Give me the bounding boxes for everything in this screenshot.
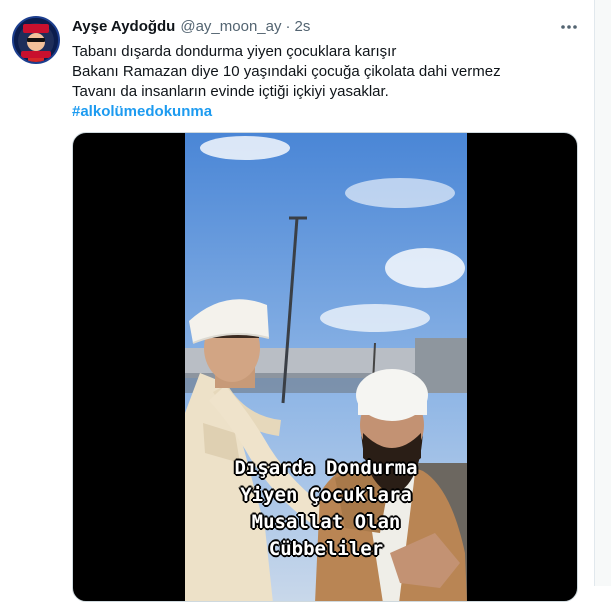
tweet-text-line: Bakanı Ramazan diye 10 yaşındaki çocuğa … [72,63,501,80]
tweet-text-line: Tabanı dışarda dondurma yiyen çocuklara … [72,43,397,60]
more-horizontal-icon [561,25,577,29]
caption-line: Dışarda Dondurma [234,457,418,479]
video-caption: Dışarda Dondurma Yiyen Çocuklara Musalla… [185,455,467,563]
timestamp[interactable]: 2s [294,18,310,35]
tweet-header: Ayşe Aydoğdu @ay_moon_ay · 2s [72,16,310,36]
tweet-text-line: Tavanı da insanların evinde içtiği içkiy… [72,83,389,100]
tweet-text: Tabanı dışarda dondurma yiyen çocuklara … [72,42,582,122]
tweet-media-video[interactable]: Dışarda Dondurma Yiyen Çocuklara Musalla… [72,132,578,602]
hashtag-link[interactable]: #alkolümedokunma [72,103,212,120]
avatar[interactable] [12,16,60,64]
caption-line: Yiyen Çocuklara [240,484,412,506]
user-handle[interactable]: @ay_moon_ay [180,18,281,35]
display-name[interactable]: Ayşe Aydoğdu [72,18,175,35]
separator-dot: · [285,17,291,35]
side-gutter [595,0,611,586]
caption-line: Musallat Olan [251,511,401,533]
more-options-button[interactable] [556,16,582,38]
avatar-image [14,18,58,62]
video-frame[interactable]: Dışarda Dondurma Yiyen Çocuklara Musalla… [185,133,467,601]
caption-line: Cübbeliler [268,538,384,560]
